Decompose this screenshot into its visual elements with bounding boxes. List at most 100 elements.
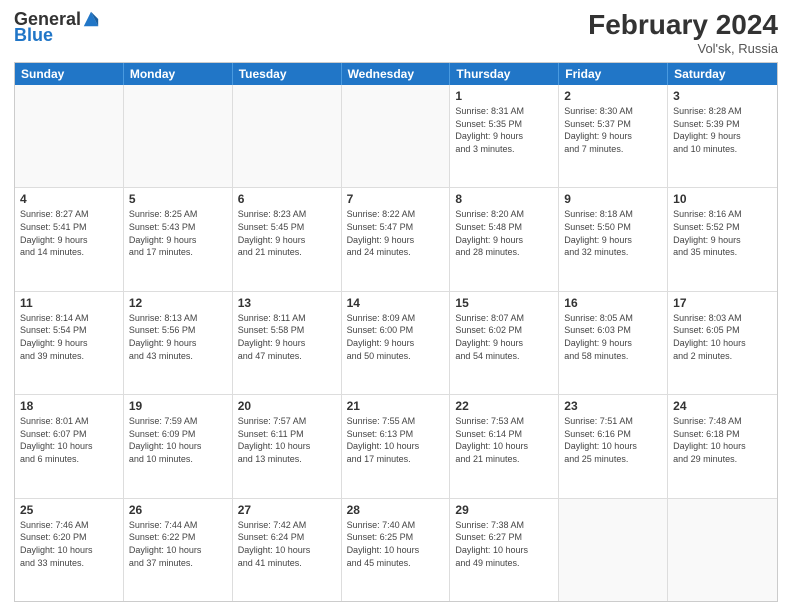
calendar-week-2: 4Sunrise: 8:27 AM Sunset: 5:41 PM Daylig… — [15, 188, 777, 291]
header-cell-thursday: Thursday — [450, 63, 559, 85]
header-cell-tuesday: Tuesday — [233, 63, 342, 85]
day-info: Sunrise: 7:53 AM Sunset: 6:14 PM Dayligh… — [455, 415, 553, 465]
day-number: 24 — [673, 398, 772, 414]
location: Vol'sk, Russia — [588, 41, 778, 56]
day-info: Sunrise: 7:51 AM Sunset: 6:16 PM Dayligh… — [564, 415, 662, 465]
day-number: 20 — [238, 398, 336, 414]
calendar-cell: 1Sunrise: 8:31 AM Sunset: 5:35 PM Daylig… — [450, 85, 559, 187]
calendar-cell: 27Sunrise: 7:42 AM Sunset: 6:24 PM Dayli… — [233, 499, 342, 601]
day-number: 1 — [455, 88, 553, 104]
day-number: 17 — [673, 295, 772, 311]
day-number: 9 — [564, 191, 662, 207]
calendar-cell: 26Sunrise: 7:44 AM Sunset: 6:22 PM Dayli… — [124, 499, 233, 601]
calendar-cell: 4Sunrise: 8:27 AM Sunset: 5:41 PM Daylig… — [15, 188, 124, 290]
calendar-cell: 24Sunrise: 7:48 AM Sunset: 6:18 PM Dayli… — [668, 395, 777, 497]
calendar-cell: 8Sunrise: 8:20 AM Sunset: 5:48 PM Daylig… — [450, 188, 559, 290]
day-info: Sunrise: 7:48 AM Sunset: 6:18 PM Dayligh… — [673, 415, 772, 465]
header-cell-friday: Friday — [559, 63, 668, 85]
header-cell-monday: Monday — [124, 63, 233, 85]
day-info: Sunrise: 7:46 AM Sunset: 6:20 PM Dayligh… — [20, 519, 118, 569]
calendar-week-4: 18Sunrise: 8:01 AM Sunset: 6:07 PM Dayli… — [15, 395, 777, 498]
day-info: Sunrise: 7:57 AM Sunset: 6:11 PM Dayligh… — [238, 415, 336, 465]
page: General Blue February 2024 Vol'sk, Russi… — [0, 0, 792, 612]
day-info: Sunrise: 8:11 AM Sunset: 5:58 PM Dayligh… — [238, 312, 336, 362]
header-cell-wednesday: Wednesday — [342, 63, 451, 85]
day-info: Sunrise: 8:14 AM Sunset: 5:54 PM Dayligh… — [20, 312, 118, 362]
day-number: 22 — [455, 398, 553, 414]
day-info: Sunrise: 7:59 AM Sunset: 6:09 PM Dayligh… — [129, 415, 227, 465]
calendar-cell — [15, 85, 124, 187]
title-block: February 2024 Vol'sk, Russia — [588, 10, 778, 56]
calendar-cell: 9Sunrise: 8:18 AM Sunset: 5:50 PM Daylig… — [559, 188, 668, 290]
header-cell-sunday: Sunday — [15, 63, 124, 85]
day-info: Sunrise: 8:13 AM Sunset: 5:56 PM Dayligh… — [129, 312, 227, 362]
day-number: 19 — [129, 398, 227, 414]
day-number: 18 — [20, 398, 118, 414]
calendar-week-5: 25Sunrise: 7:46 AM Sunset: 6:20 PM Dayli… — [15, 499, 777, 601]
day-number: 15 — [455, 295, 553, 311]
day-number: 7 — [347, 191, 445, 207]
month-title: February 2024 — [588, 10, 778, 41]
day-info: Sunrise: 8:22 AM Sunset: 5:47 PM Dayligh… — [347, 208, 445, 258]
day-info: Sunrise: 8:27 AM Sunset: 5:41 PM Dayligh… — [20, 208, 118, 258]
calendar-cell: 29Sunrise: 7:38 AM Sunset: 6:27 PM Dayli… — [450, 499, 559, 601]
day-number: 8 — [455, 191, 553, 207]
day-info: Sunrise: 8:28 AM Sunset: 5:39 PM Dayligh… — [673, 105, 772, 155]
day-info: Sunrise: 8:23 AM Sunset: 5:45 PM Dayligh… — [238, 208, 336, 258]
day-info: Sunrise: 8:09 AM Sunset: 6:00 PM Dayligh… — [347, 312, 445, 362]
calendar-cell: 16Sunrise: 8:05 AM Sunset: 6:03 PM Dayli… — [559, 292, 668, 394]
day-number: 23 — [564, 398, 662, 414]
calendar-cell: 23Sunrise: 7:51 AM Sunset: 6:16 PM Dayli… — [559, 395, 668, 497]
calendar-cell — [559, 499, 668, 601]
calendar-cell: 28Sunrise: 7:40 AM Sunset: 6:25 PM Dayli… — [342, 499, 451, 601]
day-info: Sunrise: 8:05 AM Sunset: 6:03 PM Dayligh… — [564, 312, 662, 362]
logo: General Blue — [14, 10, 100, 44]
calendar-cell: 5Sunrise: 8:25 AM Sunset: 5:43 PM Daylig… — [124, 188, 233, 290]
calendar-cell — [124, 85, 233, 187]
logo-blue: Blue — [14, 26, 53, 44]
calendar-cell: 19Sunrise: 7:59 AM Sunset: 6:09 PM Dayli… — [124, 395, 233, 497]
calendar-cell: 25Sunrise: 7:46 AM Sunset: 6:20 PM Dayli… — [15, 499, 124, 601]
logo-icon — [82, 10, 100, 28]
calendar-header: SundayMondayTuesdayWednesdayThursdayFrid… — [15, 63, 777, 85]
calendar-cell — [342, 85, 451, 187]
calendar: SundayMondayTuesdayWednesdayThursdayFrid… — [14, 62, 778, 602]
calendar-cell: 21Sunrise: 7:55 AM Sunset: 6:13 PM Dayli… — [342, 395, 451, 497]
calendar-cell: 13Sunrise: 8:11 AM Sunset: 5:58 PM Dayli… — [233, 292, 342, 394]
calendar-cell: 7Sunrise: 8:22 AM Sunset: 5:47 PM Daylig… — [342, 188, 451, 290]
day-number: 28 — [347, 502, 445, 518]
day-info: Sunrise: 7:55 AM Sunset: 6:13 PM Dayligh… — [347, 415, 445, 465]
calendar-cell: 2Sunrise: 8:30 AM Sunset: 5:37 PM Daylig… — [559, 85, 668, 187]
day-number: 25 — [20, 502, 118, 518]
calendar-cell: 6Sunrise: 8:23 AM Sunset: 5:45 PM Daylig… — [233, 188, 342, 290]
day-number: 21 — [347, 398, 445, 414]
day-info: Sunrise: 8:01 AM Sunset: 6:07 PM Dayligh… — [20, 415, 118, 465]
calendar-week-3: 11Sunrise: 8:14 AM Sunset: 5:54 PM Dayli… — [15, 292, 777, 395]
calendar-cell: 22Sunrise: 7:53 AM Sunset: 6:14 PM Dayli… — [450, 395, 559, 497]
calendar-week-1: 1Sunrise: 8:31 AM Sunset: 5:35 PM Daylig… — [15, 85, 777, 188]
day-number: 11 — [20, 295, 118, 311]
day-number: 10 — [673, 191, 772, 207]
day-info: Sunrise: 8:20 AM Sunset: 5:48 PM Dayligh… — [455, 208, 553, 258]
day-number: 4 — [20, 191, 118, 207]
day-info: Sunrise: 7:38 AM Sunset: 6:27 PM Dayligh… — [455, 519, 553, 569]
day-number: 26 — [129, 502, 227, 518]
calendar-cell: 17Sunrise: 8:03 AM Sunset: 6:05 PM Dayli… — [668, 292, 777, 394]
day-number: 2 — [564, 88, 662, 104]
calendar-body: 1Sunrise: 8:31 AM Sunset: 5:35 PM Daylig… — [15, 85, 777, 601]
day-number: 27 — [238, 502, 336, 518]
calendar-cell: 11Sunrise: 8:14 AM Sunset: 5:54 PM Dayli… — [15, 292, 124, 394]
day-info: Sunrise: 7:40 AM Sunset: 6:25 PM Dayligh… — [347, 519, 445, 569]
calendar-cell: 14Sunrise: 8:09 AM Sunset: 6:00 PM Dayli… — [342, 292, 451, 394]
day-number: 6 — [238, 191, 336, 207]
day-info: Sunrise: 7:44 AM Sunset: 6:22 PM Dayligh… — [129, 519, 227, 569]
day-number: 13 — [238, 295, 336, 311]
day-info: Sunrise: 8:31 AM Sunset: 5:35 PM Dayligh… — [455, 105, 553, 155]
day-info: Sunrise: 8:25 AM Sunset: 5:43 PM Dayligh… — [129, 208, 227, 258]
day-number: 14 — [347, 295, 445, 311]
day-number: 16 — [564, 295, 662, 311]
calendar-cell: 10Sunrise: 8:16 AM Sunset: 5:52 PM Dayli… — [668, 188, 777, 290]
calendar-cell — [668, 499, 777, 601]
calendar-cell: 3Sunrise: 8:28 AM Sunset: 5:39 PM Daylig… — [668, 85, 777, 187]
day-info: Sunrise: 8:30 AM Sunset: 5:37 PM Dayligh… — [564, 105, 662, 155]
